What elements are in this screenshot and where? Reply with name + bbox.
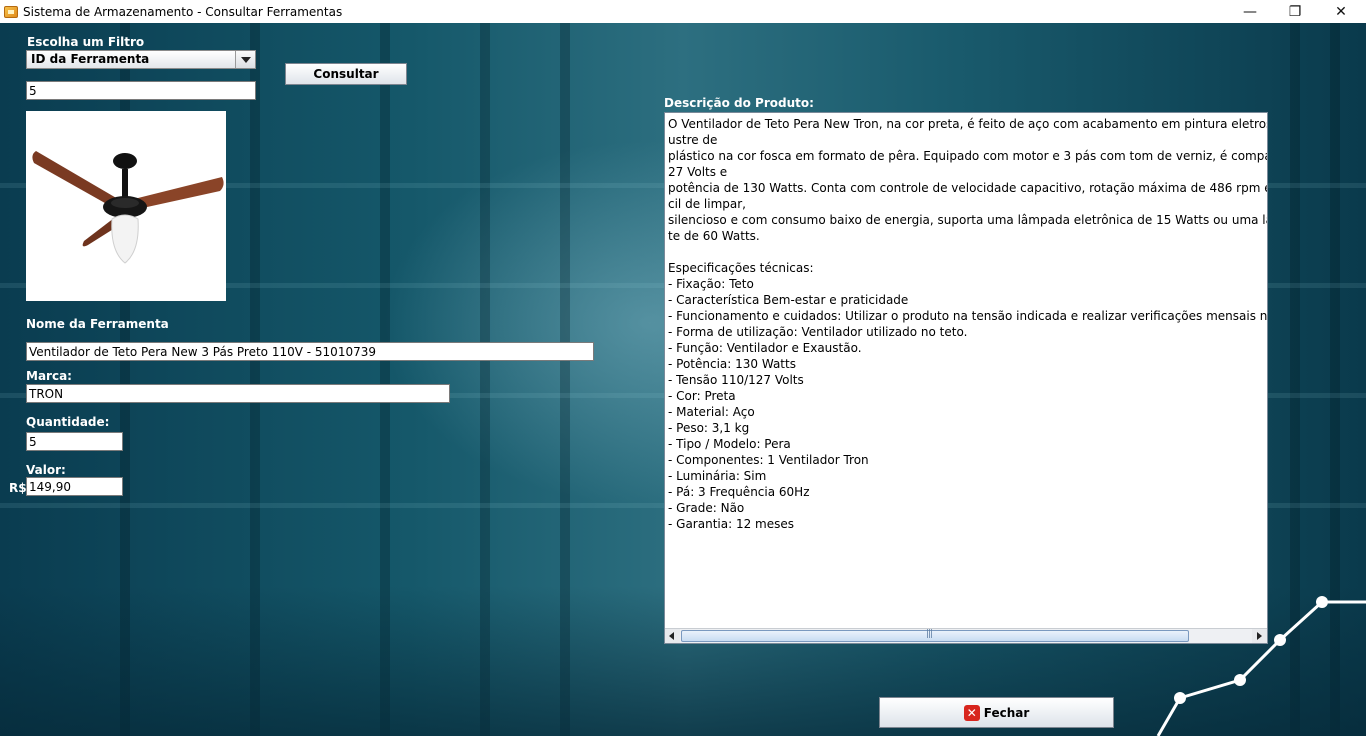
price-field[interactable]: 149,90 [26,477,123,496]
consult-button[interactable]: Consultar [285,63,407,85]
close-icon: ✕ [963,704,980,721]
description-textarea[interactable]: O Ventilador de Teto Pera New Tron, na c… [664,112,1268,644]
close-button-label: Fechar [983,705,1030,720]
maximize-button[interactable]: ❐ [1272,0,1318,23]
scroll-left-icon[interactable] [665,629,680,643]
scrollbar-thumb[interactable] [681,629,1189,642]
filter-label: Escolha um Filtro [27,35,145,49]
brand-field[interactable]: TRON [26,384,450,403]
search-input[interactable]: 5 [26,81,256,100]
filter-selected-value: ID da Ferramenta [31,52,150,66]
price-label: Valor: [26,463,66,477]
quantity-label: Quantidade: [26,415,110,429]
brand-label: Marca: [26,369,72,383]
title-bar: Sistema de Armazenamento - Consultar Fer… [0,0,1366,23]
chevron-down-icon[interactable] [235,51,255,68]
app-icon [4,5,18,18]
currency-label: R$ [9,481,27,495]
quantity-field[interactable]: 5 [26,432,123,451]
ceiling-fan-image [26,111,226,301]
filter-select[interactable]: ID da Ferramenta [26,50,256,69]
name-label: Nome da Ferramenta [26,317,169,331]
decorative-line-graphic [1156,596,1366,736]
close-button[interactable]: ✕ Fechar [879,697,1114,728]
window-title: Sistema de Armazenamento - Consultar Fer… [23,4,343,19]
minimize-button[interactable]: — [1227,0,1273,23]
name-field[interactable]: Ventilador de Teto Pera New 3 Pás Preto … [26,342,594,361]
description-label: Descrição do Produto: [664,96,814,110]
description-text: O Ventilador de Teto Pera New Tron, na c… [668,117,1268,531]
close-window-button[interactable]: ✕ [1318,0,1364,23]
